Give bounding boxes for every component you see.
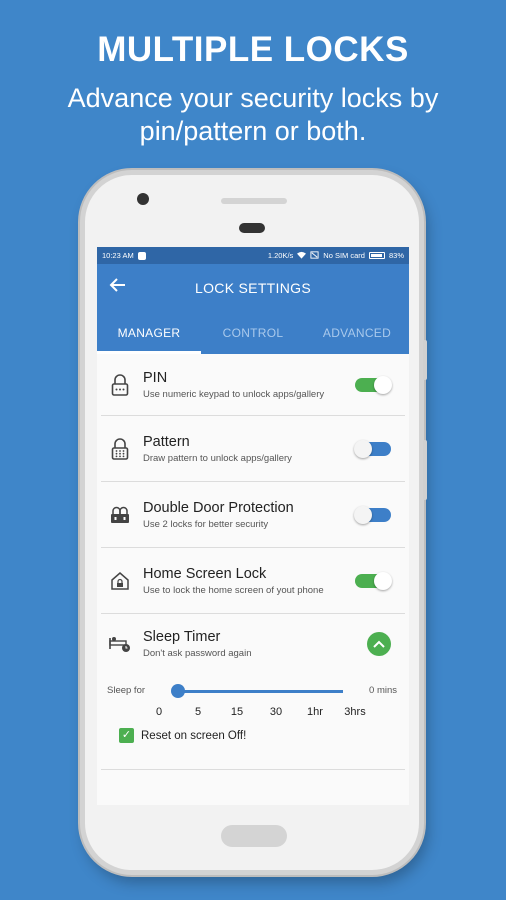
setting-description: Use to lock the home screen of yout phon…	[143, 584, 324, 596]
sleep-icon	[109, 633, 131, 655]
tick-label: 30	[269, 706, 283, 718]
promo-title: MULTIPLE LOCKS	[97, 30, 409, 69]
pattern-toggle[interactable]	[354, 439, 391, 458]
notification-icon	[137, 251, 146, 260]
status-bar: 10:23 AM 1.20K/s No SIM card 83%	[97, 247, 409, 264]
chevron-up-icon	[373, 640, 385, 648]
screen: 10:23 AM 1.20K/s No SIM card 83% LOCK SE…	[97, 247, 409, 805]
tab-advanced[interactable]: ADVANCED	[305, 312, 409, 354]
battery-level: 83%	[388, 251, 404, 260]
tick-label: 15	[230, 706, 244, 718]
sleep-timer-description: Don't ask password again	[143, 648, 252, 659]
slider-ticks: 0 5 15 30 1hr 3hrs	[101, 706, 409, 720]
setting-title: Double Door Protection	[143, 499, 294, 516]
lock-pin-icon	[109, 373, 131, 396]
sleep-timer-title: Sleep Timer	[143, 629, 221, 645]
setting-row-pin[interactable]: PIN Use numeric keypad to unlock apps/ga…	[101, 354, 405, 416]
setting-row-home-screen[interactable]: Home Screen Lock Use to lock the home sc…	[101, 548, 405, 614]
tab-manager[interactable]: MANAGER	[97, 312, 201, 354]
tick-label: 3hrs	[344, 706, 366, 718]
slider-value: 0 mins	[369, 685, 397, 696]
settings-list: PIN Use numeric keypad to unlock apps/ga…	[97, 354, 409, 770]
sim-status: No SIM card	[323, 251, 365, 260]
network-speed: 1.20K/s	[267, 251, 294, 260]
volume-button	[423, 340, 427, 380]
home-lock-icon	[109, 570, 131, 592]
collapse-button[interactable]	[367, 632, 391, 656]
double-door-toggle[interactable]	[354, 505, 391, 524]
home-button[interactable]	[221, 825, 287, 847]
tick-label: 1hr	[307, 706, 323, 718]
setting-description: Use 2 locks for better security	[143, 518, 269, 530]
front-camera	[137, 193, 149, 205]
slider-label: Sleep for	[107, 685, 146, 696]
wifi-icon	[297, 251, 307, 261]
slider-track[interactable]	[177, 690, 343, 693]
slider-thumb[interactable]	[171, 684, 185, 698]
setting-description: Use numeric keypad to unlock apps/galler…	[143, 388, 325, 400]
proximity-sensor	[239, 223, 265, 233]
status-time: 10:23 AM	[102, 251, 134, 260]
double-lock-icon	[109, 504, 131, 526]
pin-toggle[interactable]	[355, 375, 392, 394]
no-sim-icon	[310, 250, 319, 261]
setting-row-pattern[interactable]: Pattern Draw pattern to unlock apps/gall…	[101, 416, 405, 482]
phone-frame: 10:23 AM 1.20K/s No SIM card 83% LOCK SE…	[80, 170, 427, 875]
back-arrow-icon[interactable]	[109, 276, 129, 296]
check-icon[interactable]: ✓	[119, 728, 134, 743]
sleep-timer-section: Sleep Timer Don't ask password again Sle…	[101, 614, 405, 770]
tab-bar: MANAGER CONTROL ADVANCED	[97, 312, 409, 354]
tick-label: 0	[155, 706, 163, 718]
earpiece-speaker	[221, 198, 287, 204]
setting-title: PIN	[143, 369, 168, 386]
reset-label: Reset on screen Off!	[141, 729, 247, 742]
setting-title: Pattern	[143, 433, 190, 450]
sleep-slider-row: Sleep for 0 mins	[107, 684, 403, 700]
reset-on-screen-off[interactable]: ✓ Reset on screen Off!	[119, 728, 246, 743]
lock-pattern-icon	[109, 437, 131, 460]
app-bar: LOCK SETTINGS	[97, 264, 409, 312]
promo-subtitle: Advance your security locks by pin/patte…	[67, 83, 439, 146]
battery-icon	[368, 252, 385, 259]
power-button	[423, 440, 427, 500]
page-title: LOCK SETTINGS	[195, 280, 311, 296]
home-screen-toggle[interactable]	[355, 571, 392, 590]
setting-description: Draw pattern to unlock apps/gallery	[143, 452, 292, 464]
setting-row-double-door[interactable]: Double Door Protection Use 2 locks for b…	[101, 482, 405, 548]
tab-control[interactable]: CONTROL	[201, 312, 305, 354]
setting-title: Home Screen Lock	[143, 565, 267, 582]
tick-label: 5	[194, 706, 202, 718]
